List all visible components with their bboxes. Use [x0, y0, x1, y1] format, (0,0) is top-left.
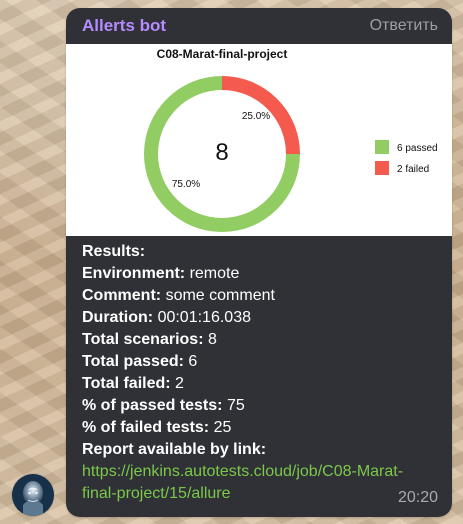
total-passed-line: Total passed: 6 — [82, 351, 438, 373]
environment-label: Environment: — [82, 265, 186, 282]
environment-value: remote — [189, 265, 240, 282]
total-scenarios-label: Total scenarios: — [82, 331, 204, 348]
report-link-line-2[interactable]: final-project/15/allure — [82, 483, 438, 505]
message-bubble: Allerts bot Ответить C08-Marat-final-pro… — [66, 8, 452, 517]
total-failed-value: 2 — [175, 375, 184, 392]
total-scenarios-line: Total scenarios: 8 — [82, 329, 438, 351]
passed-percent-label: 75.0% — [172, 179, 200, 190]
failed-percent-label: % of failed tests: — [82, 419, 210, 436]
legend-passed-label: 6 passed — [397, 143, 438, 154]
total-failed-line: Total failed: 2 — [82, 373, 438, 395]
duration-line: Duration: 00:01:16.038 — [82, 307, 438, 329]
message-text: Results: Environment: remote Comment: so… — [82, 241, 438, 505]
legend-passed-swatch — [375, 140, 389, 154]
environment-line: Environment: remote — [82, 263, 438, 285]
legend-failed-swatch — [375, 161, 389, 175]
pie-chart: C08-Marat-final-project 8 25.0% 75.0% 6 pass… — [66, 44, 452, 236]
results-heading: Results: — [82, 243, 146, 260]
passed-percent-value: 75 — [226, 397, 245, 414]
report-label: Report available by link: — [82, 441, 267, 458]
duration-value: 00:01:16.038 — [157, 309, 251, 326]
total-scenarios-value: 8 — [207, 331, 217, 348]
sender-name[interactable]: Allerts bot — [82, 17, 166, 34]
failed-percent-value: 25 — [213, 419, 232, 436]
passed-percent-line: % of passed tests: 75 — [82, 395, 438, 417]
comment-line: Comment: some comment — [82, 285, 438, 307]
total-failed-label: Total failed: — [82, 375, 171, 392]
message-header: Allerts bot Ответить — [66, 8, 452, 44]
failed-percent-label: 25.0% — [242, 111, 270, 122]
report-link-line-1[interactable]: https://jenkins.autotests.cloud/job/C08-… — [82, 461, 438, 483]
passed-percent-label: % of passed tests: — [82, 397, 223, 414]
chart-title: C08-Marat-final-project — [157, 47, 288, 61]
comment-label: Comment: — [82, 287, 162, 304]
chart-image[interactable]: C08-Marat-final-project 8 25.0% 75.0% 6 pass… — [66, 44, 452, 236]
comment-value: some comment — [165, 287, 275, 304]
message-time: 20:20 — [397, 489, 438, 506]
failed-percent-line: % of failed tests: 25 — [82, 417, 438, 439]
total-passed-label: Total passed: — [82, 353, 184, 370]
legend-failed-label: 2 failed — [397, 164, 429, 175]
reply-button[interactable]: Ответить — [370, 18, 438, 34]
chart-center-value: 8 — [215, 139, 228, 166]
duration-label: Duration: — [82, 309, 154, 326]
total-passed-value: 6 — [188, 353, 198, 370]
avatar[interactable] — [12, 474, 54, 516]
